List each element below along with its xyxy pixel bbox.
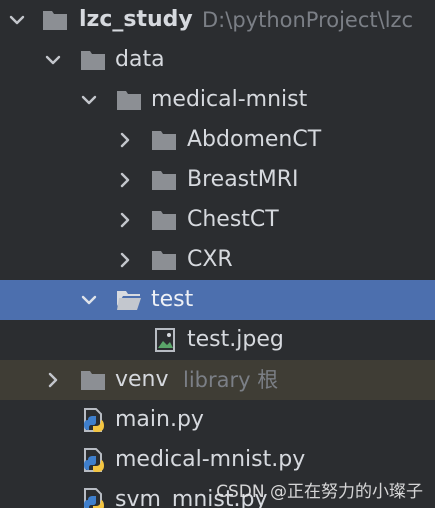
folder-icon <box>42 8 68 32</box>
chevron-down-icon[interactable] <box>8 11 26 29</box>
folder-icon <box>151 248 177 272</box>
chevron-down-icon[interactable] <box>80 91 98 109</box>
tree-item-label: BreastMRI <box>187 167 299 192</box>
tree-item-label: AbdomenCT <box>187 127 322 152</box>
python-file-icon <box>80 408 106 432</box>
tree-item-label: ChestCT <box>187 207 279 232</box>
tree-item-label: medical-mnist <box>151 87 308 112</box>
tree-item-label: main.py <box>115 407 204 432</box>
chevron-down-icon[interactable] <box>44 51 62 69</box>
chevron-right-icon[interactable] <box>44 371 62 389</box>
tree-item-label: CXR <box>187 247 233 272</box>
folder-icon <box>151 128 177 152</box>
tree-row-venv[interactable]: venv library 根 <box>0 360 435 400</box>
tree-row-test[interactable]: test <box>0 280 435 320</box>
tree-root-label: lzc_study <box>79 7 193 32</box>
chevron-right-icon[interactable] <box>116 211 134 229</box>
chevron-right-icon[interactable] <box>116 251 134 269</box>
python-file-icon <box>80 488 106 508</box>
chevron-down-icon[interactable] <box>80 291 98 309</box>
chevron-right-icon[interactable] <box>116 171 134 189</box>
tree-row-medical-mnist-py[interactable]: medical-mnist.py <box>0 440 435 480</box>
python-file-icon <box>80 448 106 472</box>
tree-item-label: test.jpeg <box>187 327 284 352</box>
tree-item-label: venv <box>115 367 169 392</box>
folder-icon <box>151 168 177 192</box>
tree-row-medical-mnist[interactable]: medical-mnist <box>0 80 435 120</box>
tree-row-main-py[interactable]: main.py <box>0 400 435 440</box>
folder-icon <box>151 208 177 232</box>
tree-row-cxr[interactable]: CXR <box>0 240 435 280</box>
tree-row-abdomenct[interactable]: AbdomenCT <box>0 120 435 160</box>
project-tree: lzc_study D:\pythonProject\lzc data medi… <box>0 0 435 508</box>
library-root-suffix: library 根 <box>183 368 279 392</box>
tree-row-breastmri[interactable]: BreastMRI <box>0 160 435 200</box>
tree-row-data[interactable]: data <box>0 40 435 80</box>
csdn-watermark: CSDN @正在努力的小璨子 <box>216 482 423 502</box>
tree-row-test-jpeg[interactable]: test.jpeg <box>0 320 435 360</box>
tree-row-lzc-study[interactable]: lzc_study D:\pythonProject\lzc <box>0 0 435 40</box>
folder-icon <box>80 368 106 392</box>
tree-item-label: test <box>151 287 194 312</box>
chevron-right-icon[interactable] <box>116 131 134 149</box>
folder-icon <box>116 88 142 112</box>
tree-row-chestct[interactable]: ChestCT <box>0 200 435 240</box>
tree-item-label: data <box>115 47 165 72</box>
image-file-icon <box>153 328 179 352</box>
tree-root-path: D:\pythonProject\lzc <box>202 8 414 32</box>
folder-open-icon <box>116 288 142 312</box>
tree-item-label: medical-mnist.py <box>115 447 306 472</box>
folder-icon <box>80 48 106 72</box>
